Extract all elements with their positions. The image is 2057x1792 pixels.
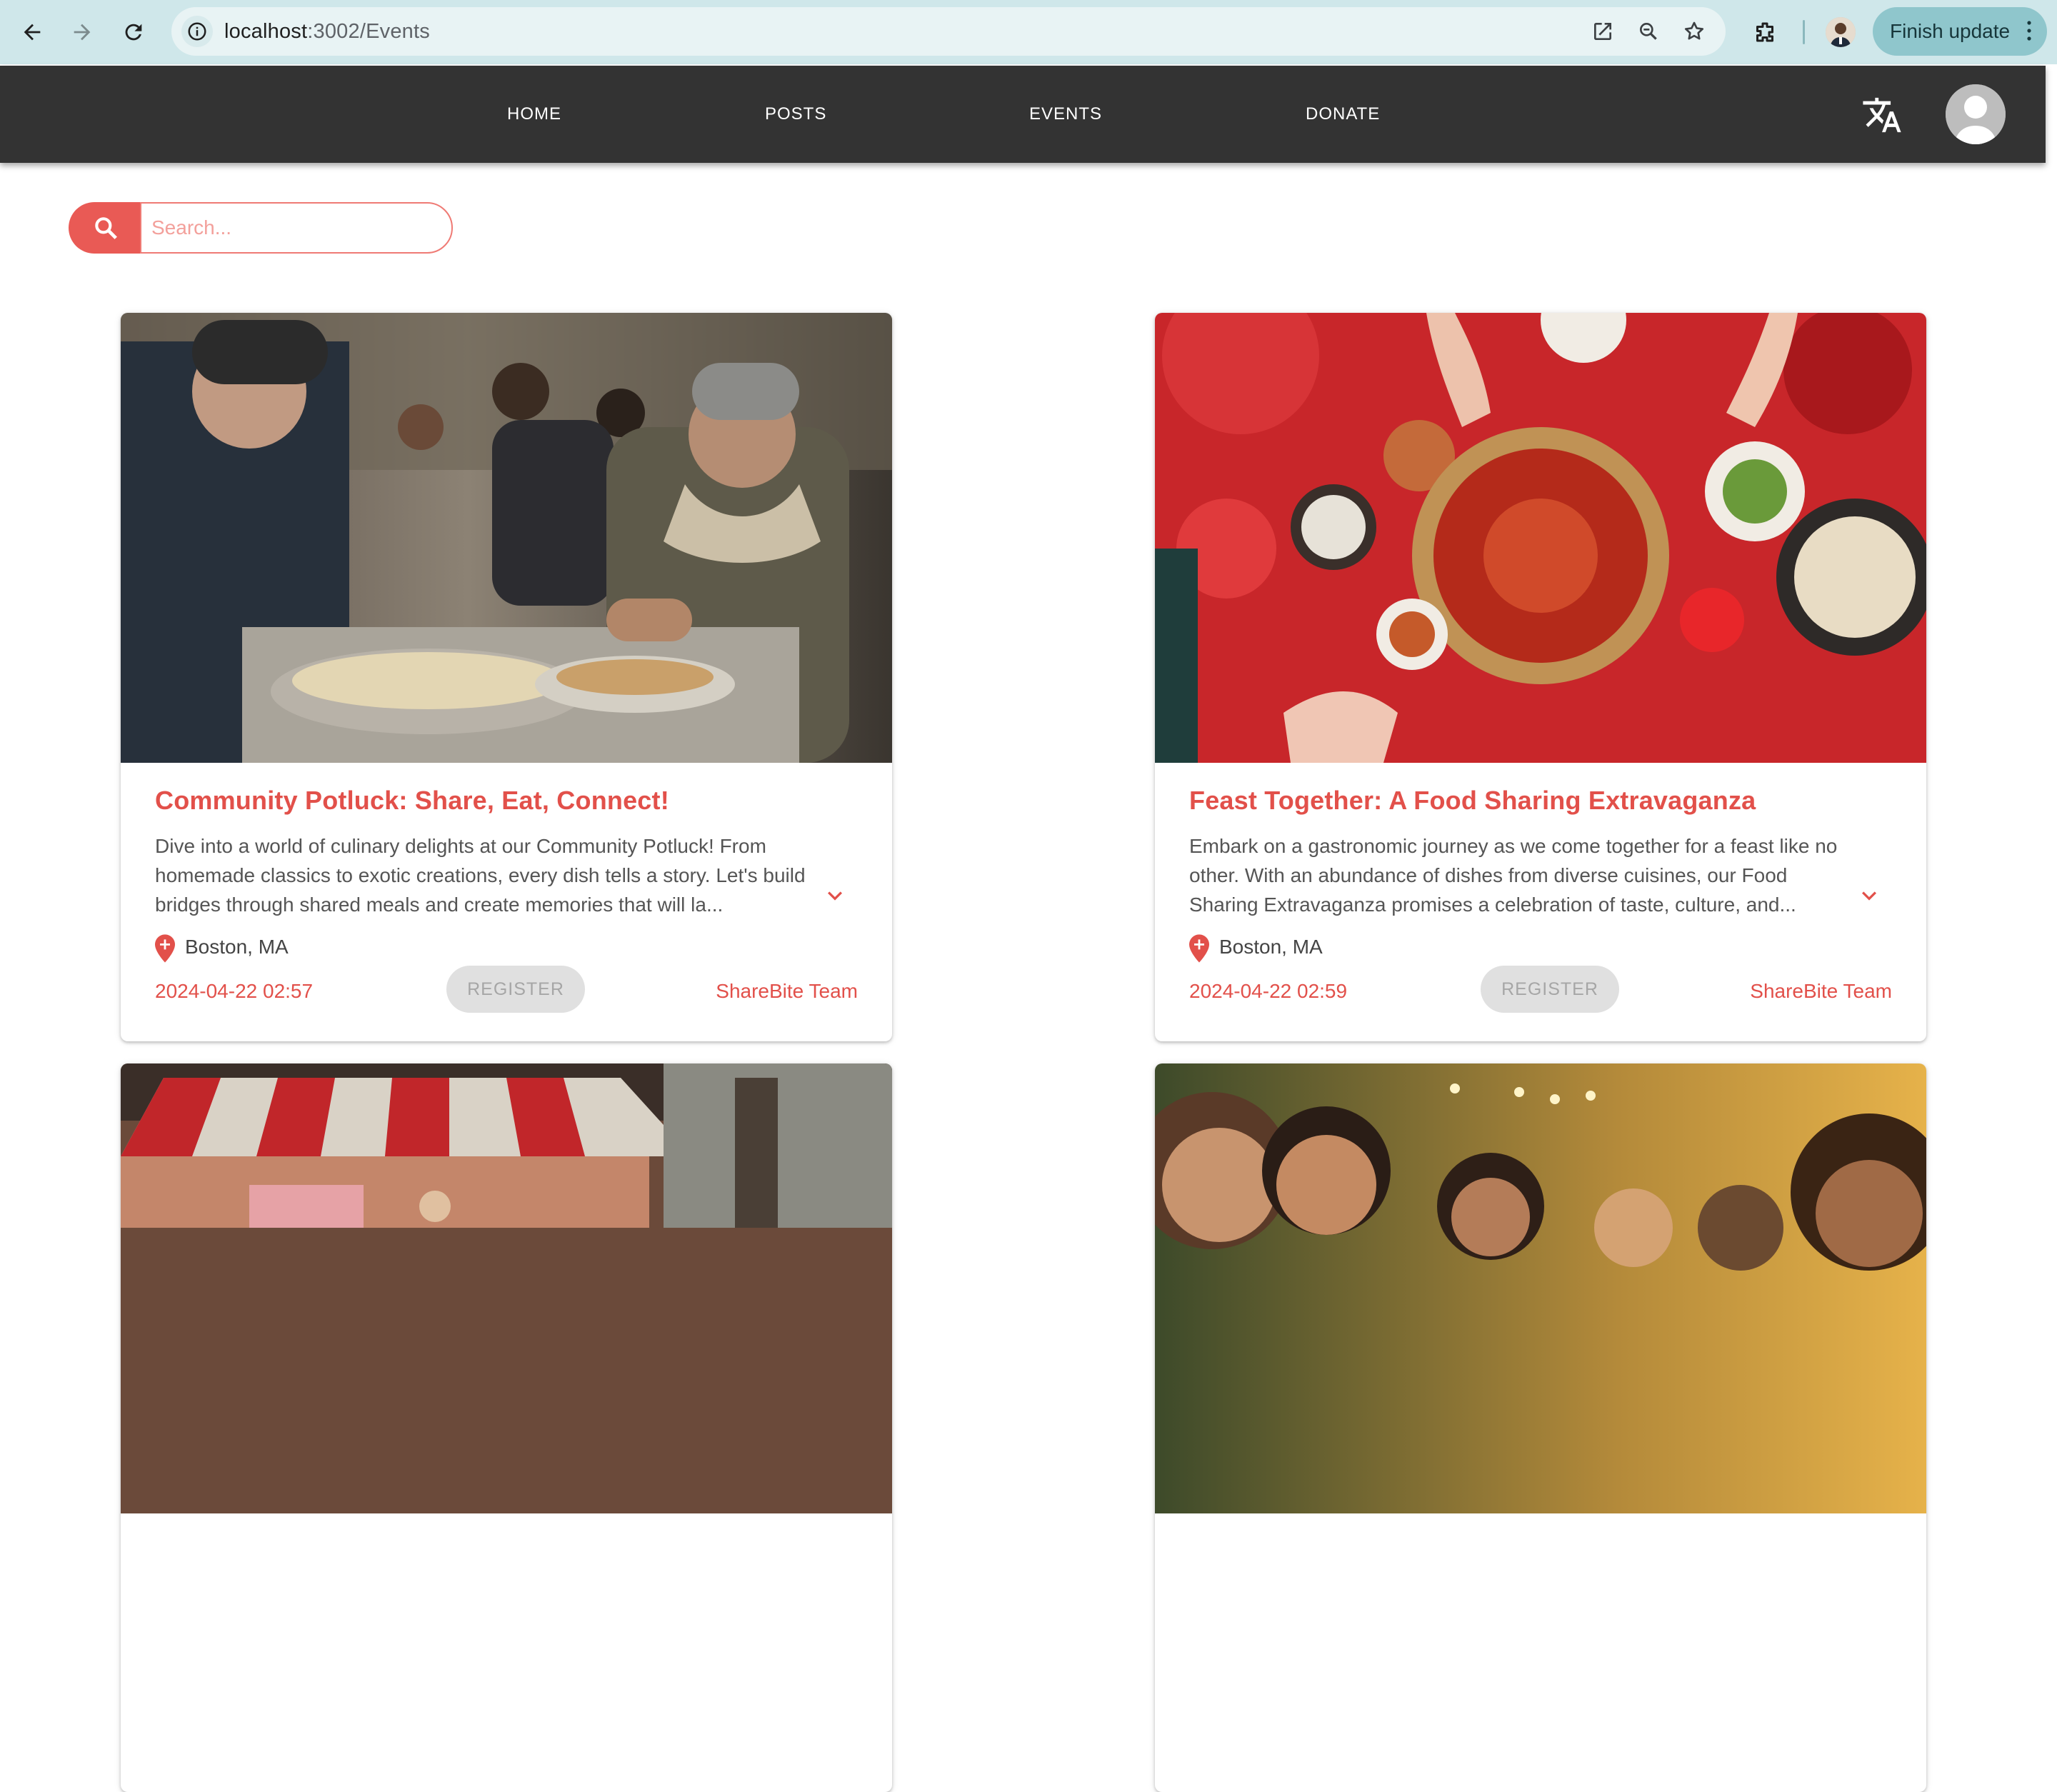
- search-bar: [69, 202, 454, 254]
- location-pin-icon: [1189, 934, 1209, 963]
- forward-icon[interactable]: [66, 16, 99, 49]
- event-location: Boston, MA: [185, 936, 289, 958]
- translate-icon[interactable]: [1861, 94, 1903, 136]
- extensions-icon[interactable]: [1748, 16, 1781, 49]
- nav-posts[interactable]: POSTS: [765, 66, 826, 163]
- zoom-icon[interactable]: [1634, 17, 1663, 46]
- app-navbar: HOME POSTS EVENTS DONATE: [0, 66, 2046, 163]
- search-input[interactable]: [140, 202, 453, 254]
- finish-update-label: Finish update: [1890, 20, 2011, 42]
- open-in-app-icon[interactable]: [1588, 17, 1617, 46]
- bookmark-star-icon[interactable]: [1680, 17, 1708, 46]
- event-date: 2024-04-22 02:57: [155, 980, 314, 1002]
- event-date: 2024-04-22 02:59: [1189, 980, 1348, 1002]
- chevron-down-icon[interactable]: [1855, 881, 1883, 910]
- event-card[interactable]: Community Potluck: Share, Eat, Connect! …: [121, 313, 892, 1041]
- browser-profile-avatar[interactable]: [1826, 17, 1856, 47]
- nav-donate[interactable]: DONATE: [1306, 66, 1380, 163]
- register-button[interactable]: REGISTER: [446, 966, 585, 1013]
- event-image: [121, 1063, 892, 1513]
- browser-toolbar: localhost:3002/Events Finish update: [0, 0, 2057, 64]
- back-icon[interactable]: [16, 16, 49, 49]
- chevron-down-icon[interactable]: [821, 881, 849, 910]
- search-button[interactable]: [69, 202, 143, 254]
- address-bar[interactable]: localhost:3002/Events: [171, 7, 1726, 56]
- event-card[interactable]: [1155, 1063, 1926, 1792]
- event-description: Dive into a world of culinary delights a…: [155, 835, 806, 916]
- nav-events[interactable]: EVENTS: [1029, 66, 1102, 163]
- register-button[interactable]: REGISTER: [1481, 966, 1619, 1013]
- event-title[interactable]: Feast Together: A Food Sharing Extravaga…: [1189, 786, 1896, 816]
- nav-home[interactable]: HOME: [507, 66, 561, 163]
- url-text: localhost:3002/Events: [224, 20, 430, 43]
- event-image: [1155, 313, 1926, 763]
- event-organizer: ShareBite Team: [716, 980, 858, 1002]
- finish-update-button[interactable]: Finish update: [1873, 7, 2047, 56]
- site-info-icon[interactable]: [181, 16, 213, 47]
- event-description: Embark on a gastronomic journey as we co…: [1189, 835, 1838, 916]
- event-location: Boston, MA: [1219, 936, 1323, 958]
- event-organizer: ShareBite Team: [1750, 980, 1892, 1002]
- event-image: [1155, 1063, 1926, 1513]
- event-card[interactable]: Feast Together: A Food Sharing Extravaga…: [1155, 313, 1926, 1041]
- event-title[interactable]: Community Potluck: Share, Eat, Connect!: [155, 786, 862, 816]
- toolbar-divider: [1803, 20, 1805, 44]
- event-image: [121, 313, 892, 763]
- location-pin-icon: [155, 934, 175, 963]
- user-avatar[interactable]: [1946, 84, 2006, 144]
- event-card[interactable]: [121, 1063, 892, 1792]
- more-vert-icon: [2027, 20, 2031, 46]
- search-icon: [95, 217, 117, 239]
- reload-icon[interactable]: [117, 16, 150, 49]
